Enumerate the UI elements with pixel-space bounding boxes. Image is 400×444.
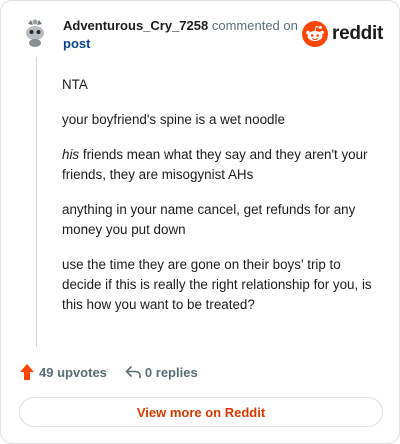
snoo-avatar-icon[interactable] xyxy=(19,15,51,47)
upvote-arrow-icon xyxy=(20,364,34,380)
upvote-count: 49 upvotes xyxy=(39,364,107,380)
post-link[interactable]: post xyxy=(63,35,313,53)
upvote-button[interactable]: 49 upvotes xyxy=(19,363,107,381)
comment-paragraph: use the time they are gone on their boys… xyxy=(62,257,372,312)
reddit-wordmark: reddit xyxy=(332,23,383,44)
embedded-comment-card: Adventurous_Cry_7258 commented on post r… xyxy=(0,0,400,444)
comment-paragraph: his friends mean what they say and they … xyxy=(62,147,368,182)
commented-on-text: commented on xyxy=(211,18,298,33)
reply-count: 0 replies xyxy=(144,364,198,380)
comment-actions: 49 upvotes 0 replies xyxy=(19,361,216,383)
emphasis-text: his xyxy=(62,147,80,162)
reddit-logo[interactable]: reddit xyxy=(302,21,383,47)
reply-arrow-icon xyxy=(125,366,141,379)
replies-button[interactable]: 0 replies xyxy=(125,365,198,380)
thread-line xyxy=(36,57,37,347)
username[interactable]: Adventurous_Cry_7258 xyxy=(63,18,208,33)
comment-paragraph: anything in your name cancel, get refund… xyxy=(62,202,356,237)
comment-body: NTA your boyfriend's spine is a wet nood… xyxy=(62,75,380,330)
reddit-logo-icon xyxy=(302,21,329,47)
comment-header: Adventurous_Cry_7258 commented on post r… xyxy=(19,15,383,55)
comment-paragraph: your boyfriend's spine is a wet noodle xyxy=(62,112,285,127)
view-more-button[interactable]: View more on Reddit xyxy=(19,397,383,427)
comment-paragraph: NTA xyxy=(62,77,88,92)
comment-meta: Adventurous_Cry_7258 commented on post xyxy=(63,17,313,53)
